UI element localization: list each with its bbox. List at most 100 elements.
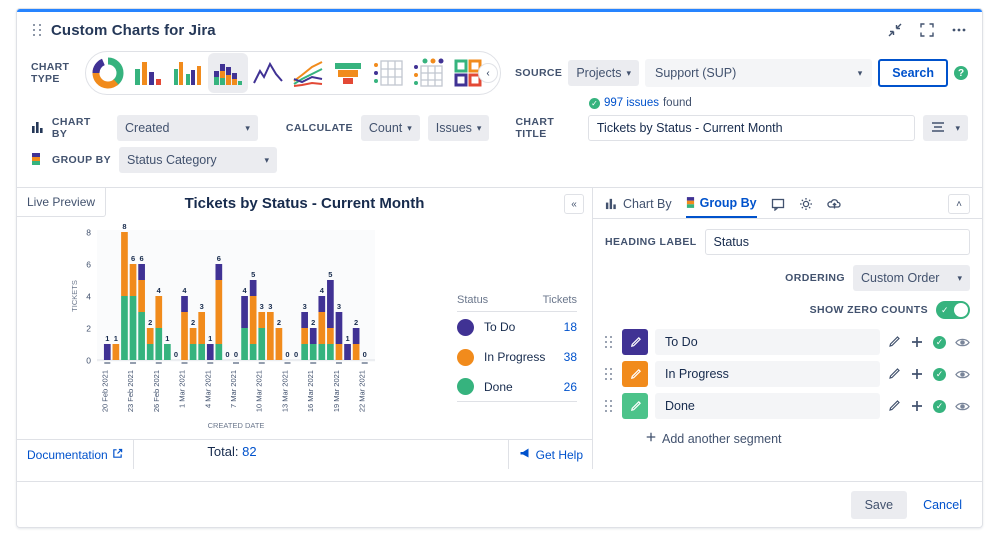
ordering-select[interactable]: Custom Order ▾ xyxy=(852,265,970,291)
legend-row[interactable]: To Do 18 xyxy=(457,312,577,342)
save-button[interactable]: Save xyxy=(850,490,908,519)
svg-text:13 Mar 2021: 13 Mar 2021 xyxy=(280,370,289,412)
visibility-icon[interactable] xyxy=(955,337,970,348)
group-by-select[interactable]: Status Category ▾ xyxy=(119,147,278,173)
chevron-down-icon: ▾ xyxy=(264,154,270,165)
area-chart-type[interactable] xyxy=(248,53,288,93)
chart-title-label: CHART TITLE xyxy=(515,116,555,140)
bar-chart-type[interactable] xyxy=(128,53,168,93)
enabled-check-icon[interactable]: ✓ xyxy=(933,367,946,381)
bar-chart-icon xyxy=(605,197,618,210)
collapse-icon[interactable] xyxy=(886,21,904,39)
svg-text:20 Feb 2021: 20 Feb 2021 xyxy=(100,370,109,412)
svg-text:0: 0 xyxy=(363,350,367,359)
preview-pane: Live Preview Tickets by Status - Current… xyxy=(17,188,593,469)
color-picker-icon[interactable] xyxy=(622,361,648,387)
source-value-text: Support (SUP) xyxy=(655,66,737,80)
legend-row[interactable]: Done 26 xyxy=(457,372,577,402)
help-icon[interactable]: ? xyxy=(954,66,968,80)
calculate-unit-select[interactable]: Issues ▾ xyxy=(427,115,490,141)
line-chart-type[interactable] xyxy=(288,53,328,93)
chevron-down-icon: ▾ xyxy=(626,67,632,78)
svg-text:1: 1 xyxy=(105,334,109,343)
chart-type-label-line2: TYPE xyxy=(31,73,60,85)
chart-by-label: CHART BY xyxy=(31,116,109,140)
preview-collapse-button[interactable]: « xyxy=(564,194,584,214)
visibility-icon[interactable] xyxy=(955,369,970,380)
chart-type-collapse-button[interactable]: ‹ xyxy=(478,63,498,83)
drag-handle-icon[interactable] xyxy=(605,334,615,350)
svg-text:3: 3 xyxy=(260,302,264,311)
gear-icon xyxy=(799,197,813,211)
tab-settings[interactable] xyxy=(799,197,813,217)
edit-icon[interactable] xyxy=(887,335,901,349)
source-label: SOURCE xyxy=(515,67,563,79)
chart-title-options-select[interactable]: ▾ xyxy=(923,115,969,141)
svg-text:5: 5 xyxy=(328,270,332,279)
edit-icon[interactable] xyxy=(887,367,901,381)
get-help-button[interactable]: Get Help xyxy=(507,440,593,469)
tab-chart-by[interactable]: Chart By xyxy=(605,197,672,217)
stacked-bar-chart-type[interactable] xyxy=(208,53,248,93)
heading-label-text: HEADING LABEL xyxy=(605,236,697,248)
drag-handle-icon[interactable] xyxy=(605,398,615,414)
settings-expand-button[interactable]: ˄ xyxy=(948,194,970,214)
calculate-value: Count xyxy=(368,121,403,135)
chart-title-value: Tickets by Status - Current Month xyxy=(596,121,783,135)
svg-text:0: 0 xyxy=(225,350,229,359)
funnel-chart-type[interactable] xyxy=(328,53,368,93)
more-options-icon[interactable] xyxy=(950,21,968,39)
add-icon[interactable] xyxy=(910,367,924,381)
tab-export[interactable] xyxy=(826,197,842,217)
search-button[interactable]: Search xyxy=(878,59,948,87)
source-value-select[interactable]: Support (SUP) ▾ xyxy=(645,59,873,87)
chevron-down-icon: ▾ xyxy=(245,122,250,133)
segment-name[interactable]: In Progress xyxy=(655,361,880,387)
documentation-label: Documentation xyxy=(27,447,108,462)
svg-text:8: 8 xyxy=(86,228,91,238)
preview-footer: Documentation Get Help xyxy=(17,439,593,469)
color-picker-icon[interactable] xyxy=(622,393,648,419)
svg-text:5: 5 xyxy=(251,270,255,279)
calculate-select[interactable]: Count ▾ xyxy=(360,115,420,141)
svg-text:1: 1 xyxy=(345,334,349,343)
tab-comments[interactable] xyxy=(771,197,785,217)
add-icon[interactable] xyxy=(910,399,924,413)
cancel-button[interactable]: Cancel xyxy=(919,498,966,512)
table-chart-type[interactable] xyxy=(368,53,408,93)
enabled-check-icon[interactable]: ✓ xyxy=(933,399,946,413)
drag-handle-icon[interactable] xyxy=(605,366,615,382)
svg-text:1 Mar 2021: 1 Mar 2021 xyxy=(178,370,187,408)
bubble-table-chart-type[interactable] xyxy=(408,53,448,93)
stacked-color-icon xyxy=(31,152,47,168)
plus-icon xyxy=(645,431,657,446)
chart-by-select[interactable]: Created ▾ xyxy=(117,115,258,141)
heading-label-input[interactable]: Status xyxy=(704,229,970,255)
donut-chart-type[interactable] xyxy=(88,53,128,93)
color-picker-icon[interactable] xyxy=(622,329,648,355)
show-zero-counts-toggle[interactable]: ✓ xyxy=(936,301,970,319)
legend-header: Status Tickets xyxy=(457,294,577,312)
segment-name[interactable]: Done xyxy=(655,393,880,419)
add-segment-button[interactable]: Add another segment xyxy=(605,425,970,446)
source-kind-select[interactable]: Projects ▾ xyxy=(568,60,640,86)
chart-title-input[interactable]: Tickets by Status - Current Month xyxy=(587,115,916,141)
issues-found-suffix: found xyxy=(662,97,692,109)
grouped-bar-chart-type[interactable] xyxy=(168,53,208,93)
drag-handle-icon[interactable] xyxy=(31,22,43,38)
visibility-icon[interactable] xyxy=(955,401,970,412)
segment-row-to-do: To Do ✓ xyxy=(605,329,970,355)
enabled-check-icon[interactable]: ✓ xyxy=(933,335,946,349)
chart-by-value: Created xyxy=(125,121,170,135)
fullscreen-icon[interactable] xyxy=(918,21,936,39)
issues-count[interactable]: 997 issues xyxy=(604,97,659,109)
tab-group-by[interactable]: Group By xyxy=(685,196,757,218)
svg-text:1: 1 xyxy=(165,334,169,343)
documentation-link[interactable]: Documentation xyxy=(17,440,134,469)
legend-row[interactable]: In Progress 38 xyxy=(457,342,577,372)
calculate-unit-value: Issues xyxy=(435,121,472,135)
edit-icon[interactable] xyxy=(887,399,901,413)
add-icon[interactable] xyxy=(910,335,924,349)
segment-name[interactable]: To Do xyxy=(655,329,880,355)
window-actions xyxy=(886,21,968,39)
